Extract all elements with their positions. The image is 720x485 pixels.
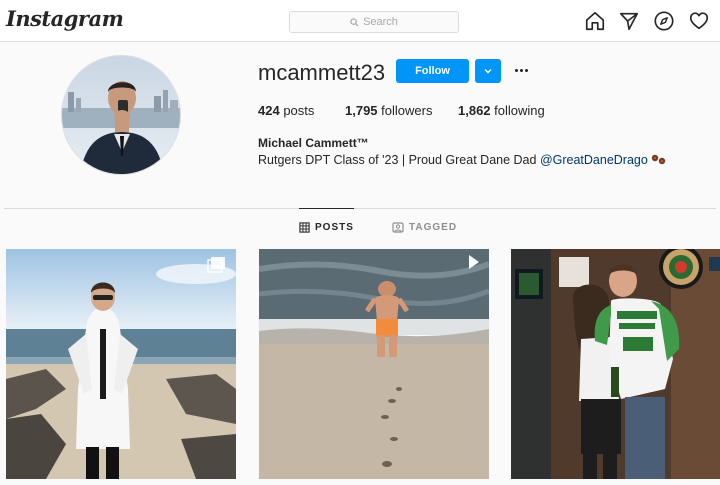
followers-label: followers — [381, 103, 433, 118]
more-options-icon[interactable] — [511, 62, 531, 78]
followers-stat[interactable]: 1,795 followers — [345, 103, 432, 118]
home-icon[interactable] — [584, 10, 606, 32]
nav-icons-group — [584, 10, 710, 32]
tab-tagged[interactable]: TAGGED — [392, 208, 457, 246]
profile-username: mcammett23 — [258, 60, 386, 85]
post-thumbnail[interactable] — [6, 249, 236, 479]
tab-tagged-label: TAGGED — [409, 221, 458, 233]
following-label: following — [494, 103, 545, 118]
chevron-down-icon — [484, 68, 492, 74]
search-input[interactable]: Search — [289, 11, 459, 33]
tab-divider — [4, 208, 716, 209]
posts-count-stat: 424 posts — [258, 103, 314, 118]
following-stat[interactable]: 1,862 following — [458, 103, 545, 118]
paw-prints-emoji-icon — [652, 154, 666, 165]
post-thumbnail[interactable] — [259, 249, 489, 479]
instagram-logo[interactable]: Instagram — [6, 6, 124, 31]
bio-text: Rutgers DPT Class of '23 | Proud Great D… — [258, 153, 537, 167]
tab-posts[interactable]: POSTS — [299, 208, 354, 246]
posts-label: posts — [283, 103, 315, 118]
activity-heart-icon[interactable] — [688, 10, 710, 32]
tagged-icon — [392, 221, 404, 233]
tab-posts-label: POSTS — [315, 222, 354, 233]
posts-count: 424 — [258, 103, 280, 118]
followers-count: 1,795 — [345, 103, 378, 118]
grid-icon — [299, 222, 310, 233]
explore-icon[interactable] — [653, 10, 675, 32]
direct-icon[interactable] — [618, 10, 640, 32]
post-thumbnail[interactable] — [511, 249, 720, 479]
follow-button[interactable]: Follow — [396, 59, 469, 83]
profile-full-name: Michael Cammett™ — [258, 136, 369, 150]
top-nav-bar: Instagram Search — [0, 0, 720, 42]
profile-avatar[interactable] — [61, 55, 181, 175]
profile-bio: Rutgers DPT Class of '23 | Proud Great D… — [258, 153, 667, 167]
search-icon — [350, 17, 359, 27]
search-placeholder: Search — [363, 16, 398, 28]
bio-mention-link[interactable]: @GreatDaneDrago — [540, 153, 648, 167]
suggested-dropdown-button[interactable] — [475, 59, 501, 83]
following-count: 1,862 — [458, 103, 491, 118]
